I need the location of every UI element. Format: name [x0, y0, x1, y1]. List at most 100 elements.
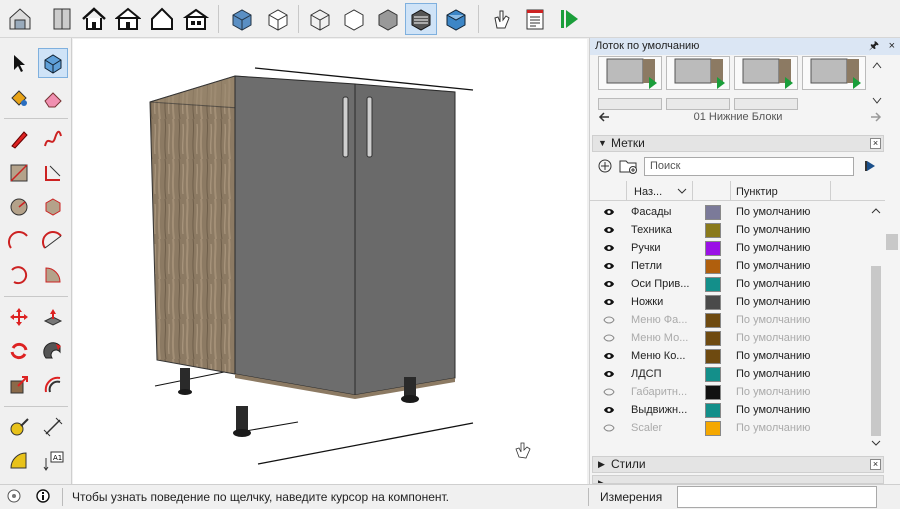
forward-arrow-icon[interactable] — [870, 111, 882, 126]
add-folder-icon[interactable] — [619, 158, 639, 177]
eye-icon[interactable] — [603, 297, 615, 310]
tag-color-swatch[interactable] — [705, 331, 721, 346]
tag-color-swatch[interactable] — [705, 421, 721, 436]
eye-hidden-icon[interactable] — [603, 423, 615, 436]
add-tag-icon[interactable] — [598, 159, 612, 176]
tag-dash-value[interactable]: По умолчанию — [736, 224, 810, 236]
tag-row[interactable]: Меню Фа... По умолчанию — [590, 312, 885, 330]
styles-section-header[interactable]: ▶ Стили × — [592, 456, 884, 473]
tag-color-swatch[interactable] — [705, 367, 721, 382]
eye-icon[interactable] — [603, 261, 615, 274]
tag-dash-value[interactable]: По умолчанию — [736, 368, 810, 380]
tag-row[interactable]: Меню Ко... По умолчанию — [590, 348, 885, 366]
geo-location-icon[interactable] — [7, 489, 21, 506]
hand-icon[interactable] — [486, 3, 518, 35]
tag-color-swatch[interactable] — [705, 313, 721, 328]
tag-dash-value[interactable]: По умолчанию — [736, 332, 810, 344]
close-section-icon[interactable]: × — [870, 459, 881, 470]
rectangle-icon[interactable] — [4, 158, 34, 188]
tag-row[interactable]: ЛДСП По умолчанию — [590, 366, 885, 384]
tags-scrollbar[interactable] — [871, 208, 881, 448]
eye-icon[interactable] — [603, 351, 615, 364]
dimension-icon[interactable] — [38, 412, 68, 442]
arc-icon[interactable] — [4, 226, 34, 256]
pie-icon[interactable] — [38, 260, 68, 290]
three-point-arc-icon[interactable] — [4, 260, 34, 290]
house-side-icon[interactable] — [180, 3, 212, 35]
rotate-icon[interactable] — [4, 336, 34, 366]
house-front-icon[interactable] — [112, 3, 144, 35]
tags-section-header[interactable]: ▼ Метки × — [592, 135, 884, 152]
tag-color-swatch[interactable] — [705, 223, 721, 238]
thumbs-scroll-up-icon[interactable] — [872, 60, 882, 72]
measurements-input[interactable] — [677, 486, 877, 508]
tag-dash-value[interactable]: По умолчанию — [736, 404, 810, 416]
component-icon[interactable] — [46, 3, 78, 35]
view-front-icon[interactable] — [304, 3, 336, 35]
eye-hidden-icon[interactable] — [603, 333, 615, 346]
move-icon[interactable] — [4, 302, 34, 332]
tag-row[interactable]: Меню Мо... По умолчанию — [590, 330, 885, 348]
eye-hidden-icon[interactable] — [603, 315, 615, 328]
scale-icon[interactable] — [4, 370, 34, 400]
tag-row[interactable]: Scaler По умолчанию — [590, 420, 885, 438]
protractor-icon[interactable] — [4, 446, 34, 476]
view-iso-icon[interactable] — [226, 3, 258, 35]
component-thumbnail[interactable] — [734, 56, 798, 90]
tag-color-swatch[interactable] — [705, 259, 721, 274]
tag-dash-value[interactable]: По умолчанию — [736, 206, 810, 218]
tag-dash-value[interactable]: По умолчанию — [736, 296, 810, 308]
paint-bucket-icon[interactable] — [4, 83, 34, 113]
tag-dash-value[interactable]: По умолчанию — [736, 314, 810, 326]
home-icon[interactable] — [78, 3, 110, 35]
tag-color-swatch[interactable] — [705, 385, 721, 400]
tag-dash-value[interactable]: По умолчанию — [736, 422, 810, 434]
thumbs-scroll-down-icon[interactable] — [872, 96, 882, 108]
push-pull-icon[interactable] — [38, 302, 68, 332]
tag-row[interactable]: Техника По умолчанию — [590, 222, 885, 240]
next-section-header[interactable]: ▶ — [592, 475, 884, 484]
component-thumbnail[interactable] — [802, 56, 866, 90]
select-icon[interactable] — [4, 48, 34, 78]
tag-dash-value[interactable]: По умолчанию — [736, 260, 810, 272]
circle-icon[interactable] — [4, 192, 34, 222]
details-arrow-icon[interactable] — [864, 159, 878, 176]
close-section-icon[interactable]: × — [870, 138, 881, 149]
view-back-icon[interactable] — [372, 3, 404, 35]
freehand-icon[interactable] — [38, 124, 68, 154]
view-top-icon[interactable] — [262, 3, 294, 35]
two-point-arc-icon[interactable] — [38, 226, 68, 256]
tag-row[interactable]: Оси Прив... По умолчанию — [590, 276, 885, 294]
pin-icon[interactable]: 🖈 — [869, 38, 879, 55]
tag-color-swatch[interactable] — [705, 205, 721, 220]
eye-icon[interactable] — [603, 207, 615, 220]
follow-me-icon[interactable] — [38, 336, 68, 366]
component-icon[interactable] — [38, 48, 68, 78]
rotated-rectangle-icon[interactable] — [38, 158, 68, 188]
component-thumbnail[interactable] — [598, 98, 662, 110]
eye-icon[interactable] — [603, 243, 615, 256]
text-icon[interactable]: A1 — [38, 446, 68, 476]
col-dash-header[interactable]: Пунктир — [736, 186, 778, 198]
tag-color-swatch[interactable] — [705, 349, 721, 364]
tag-color-swatch[interactable] — [705, 241, 721, 256]
tag-color-swatch[interactable] — [705, 277, 721, 292]
pencil-icon[interactable] — [4, 124, 34, 154]
house-outline-icon[interactable] — [146, 3, 178, 35]
model-viewport[interactable] — [73, 39, 587, 484]
tag-color-swatch[interactable] — [705, 403, 721, 418]
component-thumbnail[interactable] — [666, 56, 730, 90]
eye-icon[interactable] — [603, 225, 615, 238]
eye-icon[interactable] — [603, 405, 615, 418]
sort-chevron-icon[interactable] — [677, 186, 687, 198]
component-thumbnail[interactable] — [666, 98, 730, 110]
tag-dash-value[interactable]: По умолчанию — [736, 278, 810, 290]
eye-icon[interactable] — [603, 369, 615, 382]
component-thumbnail[interactable] — [598, 56, 662, 90]
info-icon[interactable] — [36, 489, 50, 506]
tag-row[interactable]: Петли По умолчанию — [590, 258, 885, 276]
eye-icon[interactable] — [603, 279, 615, 292]
play-next-icon[interactable] — [553, 3, 585, 35]
tag-dash-value[interactable]: По умолчанию — [736, 242, 810, 254]
view-bottom-icon[interactable] — [440, 3, 472, 35]
